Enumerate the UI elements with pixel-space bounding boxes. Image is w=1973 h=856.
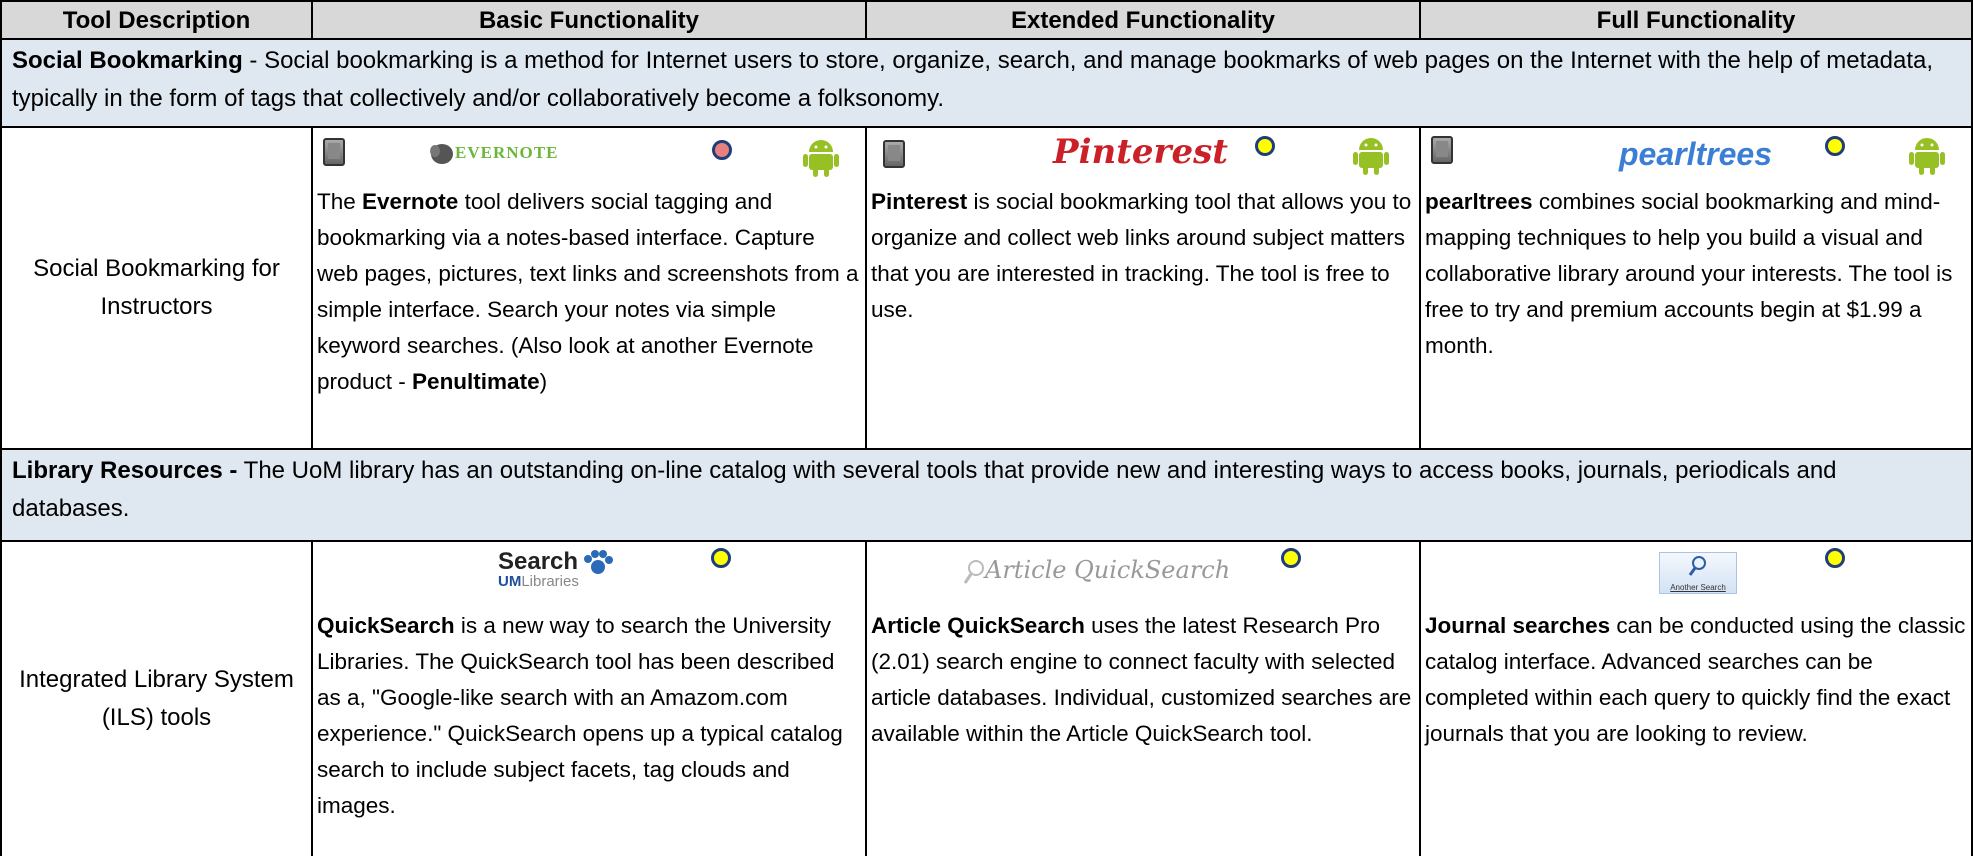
section-library-resources: Library Resources - The UoM library has …	[0, 450, 1973, 542]
cell-basic: Search UMLibraries QuickSearch is a new …	[311, 542, 865, 856]
text-pre: The	[317, 189, 363, 214]
magnifier-icon	[1688, 556, 1706, 576]
tool-name: QuickSearch	[317, 613, 455, 638]
cell-text: Journal searches can be conducted using …	[1425, 608, 1967, 752]
evernote-logo: EVERNOTE	[429, 142, 558, 166]
header-tool-description: Tool Description	[0, 2, 311, 40]
magnifier-icon	[963, 559, 984, 584]
android-icon	[803, 140, 839, 177]
cell-full: pearltrees pearltrees combines social bo…	[1419, 128, 1973, 448]
tool-name: Pinterest	[871, 189, 968, 214]
tool-name: Journal searches	[1425, 613, 1611, 638]
table-header: Tool Description Basic Functionality Ext…	[0, 0, 1973, 40]
text-post: )	[539, 369, 548, 394]
tablet-icon	[1431, 136, 1453, 164]
logo-text: Another Search	[1670, 583, 1726, 592]
logo-sub: UMLibraries	[498, 574, 638, 589]
pinterest-logo: Pinterest	[1053, 132, 1228, 172]
cell-basic: EVERNOTE The Evernote tool delivers soci…	[311, 128, 865, 448]
status-dot-icon	[712, 140, 732, 160]
section-title: Library Resources -	[12, 457, 238, 484]
tool-name: Evernote	[362, 189, 459, 214]
section-text: The UoM library has an outstanding on-li…	[12, 457, 1837, 522]
row-label: Integrated Library System (ILS) tools	[0, 542, 311, 856]
cell-text: pearltrees combines social bookmarking a…	[1425, 184, 1967, 364]
uml-search-logo: Search UMLibraries	[498, 550, 638, 589]
cell-extended: Article QuickSearch Article QuickSearch …	[865, 542, 1419, 856]
header-extended: Extended Functionality	[865, 2, 1419, 40]
section-text: - Social bookmarking is a method for Int…	[12, 47, 1934, 112]
status-dot-icon	[1281, 548, 1301, 568]
paw-icon	[583, 550, 613, 574]
cell-text: QuickSearch is a new way to search the U…	[317, 608, 861, 824]
comparison-table: Tool Description Basic Functionality Ext…	[0, 0, 1973, 856]
logo-text: Article QuickSearch	[985, 556, 1231, 584]
cell-text: Article QuickSearch uses the latest Rese…	[871, 608, 1415, 752]
tool-name: pearltrees	[1425, 189, 1533, 214]
section-social-bookmarking: Social Bookmarking - Social bookmarking …	[0, 40, 1973, 128]
status-dot-icon	[1825, 136, 1845, 156]
section-title: Social Bookmarking	[12, 47, 243, 74]
android-icon	[1909, 138, 1945, 175]
row-label: Social Bookmarking for Instructors	[0, 128, 311, 448]
pearltrees-logo: pearltrees	[1619, 136, 1772, 172]
text-body: combines social bookmarking and mind-map…	[1425, 189, 1953, 358]
elephant-icon	[430, 144, 453, 164]
table-row: Social Bookmarking for Instructors EVERN…	[0, 128, 1973, 450]
cell-full: Another Search Journal searches can be c…	[1419, 542, 1973, 856]
cell-text: The Evernote tool delivers social taggin…	[317, 184, 861, 400]
logo-main-text: Search	[498, 548, 579, 575]
cell-text: Pinterest is social bookmarking tool tha…	[871, 184, 1415, 328]
header-full: Full Functionality	[1419, 2, 1973, 40]
tablet-icon	[883, 140, 905, 168]
header-basic: Basic Functionality	[311, 2, 865, 40]
product-name: Penultimate	[412, 369, 540, 394]
another-search-button-image: Another Search	[1659, 552, 1737, 594]
android-icon	[1353, 138, 1389, 175]
evernote-logo-text: EVERNOTE	[455, 142, 559, 162]
status-dot-icon	[1255, 136, 1275, 156]
table-row: Integrated Library System (ILS) tools Se…	[0, 542, 1973, 856]
status-dot-icon	[711, 548, 731, 568]
text-body: is a new way to search the University Li…	[317, 613, 843, 818]
cell-extended: Pinterest Pinterest is social bookmarkin…	[865, 128, 1419, 448]
tool-name: Article QuickSearch	[871, 613, 1085, 638]
logo-sub2: Libraries	[521, 573, 579, 590]
status-dot-icon	[1825, 548, 1845, 568]
tablet-icon	[323, 138, 345, 166]
logo-sub1: UM	[498, 573, 522, 590]
text-body: tool delivers social tagging and bookmar…	[317, 189, 859, 394]
article-quicksearch-logo: Article QuickSearch	[963, 556, 1230, 585]
